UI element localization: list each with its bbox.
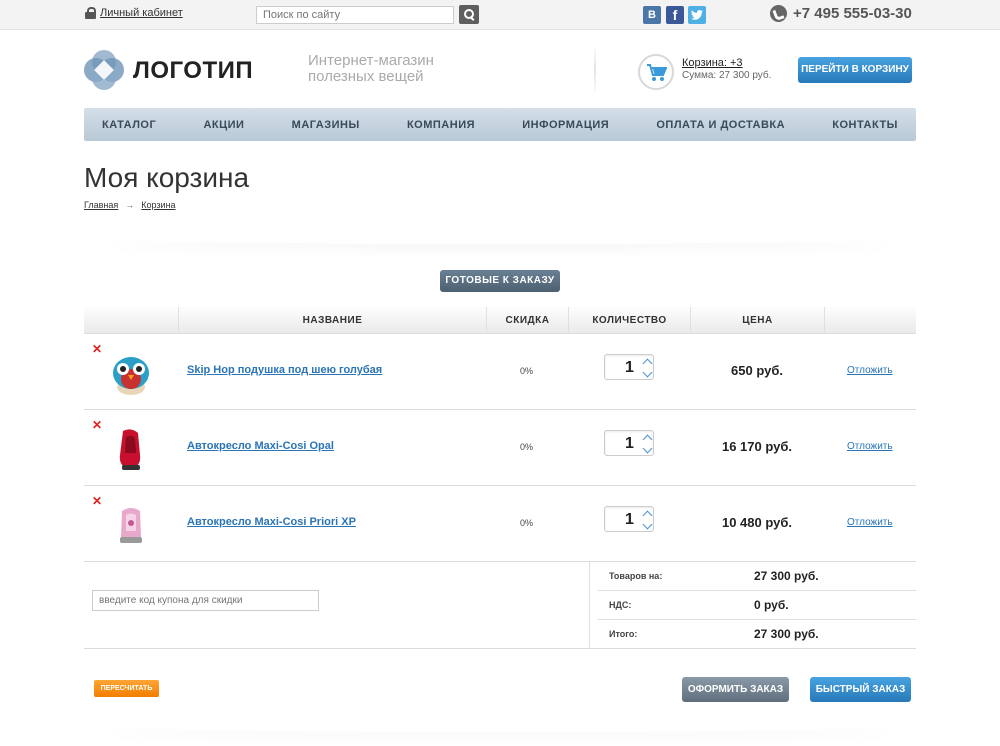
vat-value: 0 руб. <box>754 598 789 612</box>
header-divider <box>594 44 596 96</box>
section-shadow <box>100 230 900 244</box>
personal-cabinet-link[interactable]: Личный кабинет <box>85 7 183 19</box>
delete-icon[interactable]: ✕ <box>92 418 102 432</box>
vk-icon[interactable]: B <box>643 6 661 24</box>
defer-link[interactable]: Отложить <box>847 517 893 528</box>
nav-item-company[interactable]: КОМПАНИЯ <box>407 119 475 131</box>
product-name-link[interactable]: Автокресло Maxi-Cosi Opal <box>187 440 334 452</box>
cart-sum: Сумма: 27 300 руб. <box>682 70 772 81</box>
order-totals: Товаров на: 27 300 руб. НДС: 0 руб. Итог… <box>598 562 916 649</box>
column-header-quantity: КОЛИЧЕСТВО <box>568 307 690 334</box>
quantity-stepper[interactable]: 1 <box>604 506 654 532</box>
quantity-value: 1 <box>625 511 634 528</box>
checkout-button[interactable]: ОФОРМИТЬ ЗАКАЗ <box>682 677 789 702</box>
logo-text[interactable]: ЛОГОТИП <box>133 57 253 85</box>
nav-item-shops[interactable]: МАГАЗИНЫ <box>292 119 360 131</box>
quantity-stepper[interactable]: 1 <box>604 430 654 456</box>
chevron-down-icon[interactable] <box>642 367 653 378</box>
product-name-link[interactable]: Автокресло Maxi-Cosi Priori XP <box>187 516 356 528</box>
goods-value: 27 300 руб. <box>754 569 819 583</box>
fast-order-button[interactable]: БЫСТРЫЙ ЗАКАЗ <box>810 677 911 702</box>
discount-value: 0% <box>520 442 534 452</box>
search-input[interactable] <box>256 6 454 24</box>
tagline-line1: Интернет-магазин <box>308 52 434 69</box>
nav-item-payment-delivery[interactable]: ОПЛАТА И ДОСТАВКА <box>656 119 785 131</box>
logo-icon[interactable] <box>84 50 124 90</box>
footer-shadow <box>100 718 900 732</box>
column-header-discount: СКИДКА <box>486 307 568 334</box>
recalculate-button[interactable]: ПЕРЕСЧИТАТЬ <box>94 680 159 697</box>
lock-icon <box>85 7 96 19</box>
tab-ready-to-order[interactable]: ГОТОВЫЕ К ЗАКАЗУ <box>440 270 560 292</box>
cart-icon[interactable] <box>638 54 674 90</box>
search-icon[interactable] <box>459 5 479 24</box>
totals-row-goods: Товаров на: 27 300 руб. <box>598 562 916 591</box>
phone-number: +7 495 555-03-30 <box>770 5 912 22</box>
defer-link[interactable]: Отложить <box>847 365 893 376</box>
table-row: ✕ Автокресло Maxi-Cosi Opal 0% 1 16 170 … <box>84 410 916 486</box>
table-row: ✕ Skip Hop подушка под шею голубая 0% 1 … <box>84 334 916 410</box>
nav-item-promotions[interactable]: АКЦИИ <box>203 119 244 131</box>
defer-link[interactable]: Отложить <box>847 441 893 452</box>
total-label: Итого: <box>609 629 638 639</box>
price-value: 650 руб. <box>731 363 783 378</box>
goods-label: Товаров на: <box>609 571 663 581</box>
main-nav: КАТАЛОГ АКЦИИ МАГАЗИНЫ КОМПАНИЯ ИНФОРМАЦ… <box>84 108 916 141</box>
price-value: 10 480 руб. <box>721 515 792 530</box>
quantity-stepper[interactable]: 1 <box>604 354 654 380</box>
phone-icon <box>770 5 787 22</box>
delete-icon[interactable]: ✕ <box>92 342 102 356</box>
discount-value: 0% <box>520 366 534 376</box>
breadcrumb-home[interactable]: Главная <box>84 200 118 210</box>
breadcrumb: Главная → Корзина <box>84 200 176 210</box>
breadcrumb-cart[interactable]: Корзина <box>141 200 175 210</box>
totals-row-vat: НДС: 0 руб. <box>598 591 916 620</box>
tagline: Интернет-магазин полезных вещей <box>308 53 434 85</box>
column-header-name: НАЗВАНИЕ <box>178 307 486 334</box>
facebook-icon[interactable]: f <box>666 6 684 24</box>
tagline-line2: полезных вещей <box>308 68 424 85</box>
phone-text: +7 495 555-03-30 <box>793 5 912 22</box>
totals-row-total: Итого: 27 300 руб. <box>598 620 916 649</box>
coupon-input[interactable] <box>92 590 319 611</box>
nav-item-catalog[interactable]: КАТАЛОГ <box>102 119 156 131</box>
page-title: Моя корзина <box>84 162 250 193</box>
product-image-car-seat-red[interactable] <box>108 427 154 473</box>
column-header-price: ЦЕНА <box>690 307 824 334</box>
product-image-owl-pillow[interactable] <box>108 351 154 397</box>
chevron-down-icon[interactable] <box>642 443 653 454</box>
price-value: 16 170 руб. <box>721 439 792 454</box>
quantity-value: 1 <box>625 359 634 376</box>
cart-link[interactable]: Корзина: +3 <box>682 57 743 69</box>
table-header: НАЗВАНИЕ СКИДКА КОЛИЧЕСТВО ЦЕНА <box>84 307 916 334</box>
personal-cabinet-label: Личный кабинет <box>100 7 183 19</box>
vat-label: НДС: <box>609 600 632 610</box>
nav-item-information[interactable]: ИНФОРМАЦИЯ <box>522 119 609 131</box>
product-image-car-seat-pink[interactable] <box>108 503 154 549</box>
column-header-actions <box>824 307 916 334</box>
breadcrumb-arrow-icon: → <box>125 200 135 210</box>
table-row: ✕ Автокресло Maxi-Cosi Priori XP 0% 1 10… <box>84 486 916 562</box>
discount-value: 0% <box>520 518 534 528</box>
go-to-cart-button[interactable]: ПЕРЕЙТИ В КОРЗИНУ <box>798 57 912 83</box>
product-name-link[interactable]: Skip Hop подушка под шею голубая <box>187 364 382 376</box>
nav-item-contacts[interactable]: КОНТАКТЫ <box>832 119 898 131</box>
top-bar: Личный кабинет B f +7 495 555-03-30 <box>0 0 1000 30</box>
twitter-icon[interactable] <box>688 6 706 24</box>
delete-icon[interactable]: ✕ <box>92 494 102 508</box>
totals-divider <box>589 562 590 649</box>
quantity-value: 1 <box>625 435 634 452</box>
chevron-down-icon[interactable] <box>642 519 653 530</box>
table-bottom-line <box>84 648 916 649</box>
total-value: 27 300 руб. <box>754 627 819 641</box>
